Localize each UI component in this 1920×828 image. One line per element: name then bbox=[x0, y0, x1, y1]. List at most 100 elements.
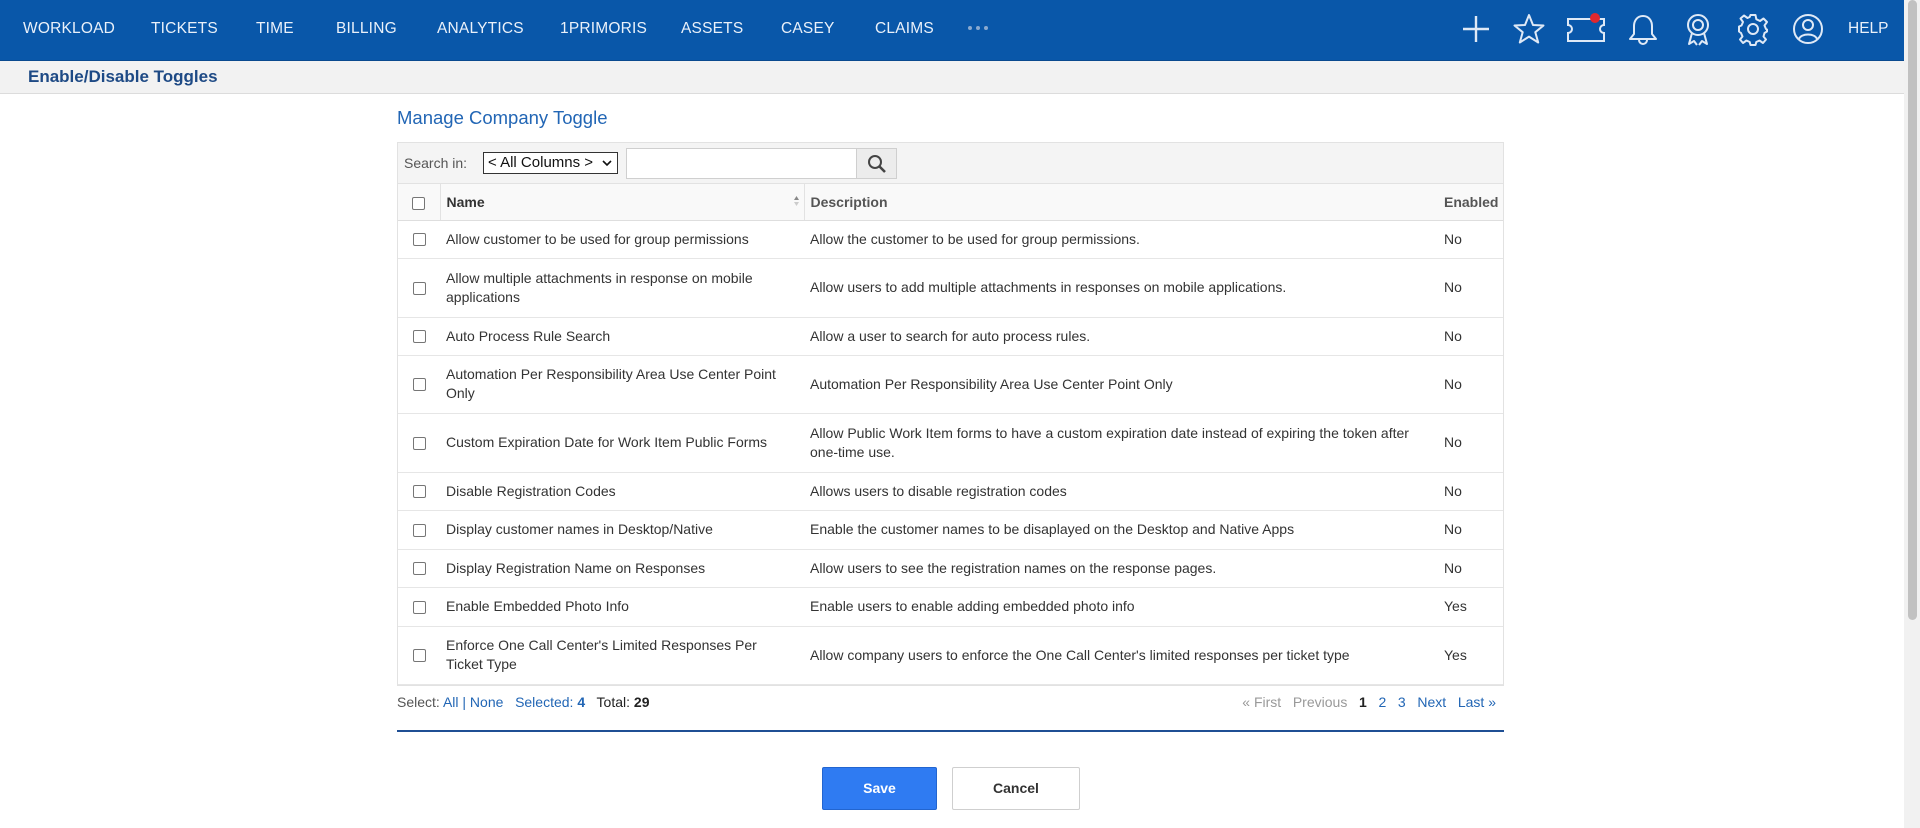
table-row[interactable]: Display customer names in Desktop/Native… bbox=[398, 510, 1503, 550]
row-checkbox[interactable] bbox=[412, 233, 426, 247]
row-name: Enforce One Call Center's Limited Respon… bbox=[440, 626, 804, 685]
nav-workload[interactable]: WORKLOAD bbox=[23, 0, 115, 58]
table-row[interactable]: Auto Process Rule Search Allow a user to… bbox=[398, 317, 1503, 356]
column-select[interactable]: < All Columns > bbox=[483, 152, 618, 174]
row-description: Automation Per Responsibility Area Use C… bbox=[804, 355, 1440, 414]
table-row[interactable]: Enforce One Call Center's Limited Respon… bbox=[398, 626, 1503, 685]
row-checkbox[interactable] bbox=[412, 600, 426, 614]
toggle-table: Name Description Enabled Allow customer … bbox=[398, 184, 1503, 685]
nav-time[interactable]: TIME bbox=[256, 0, 294, 58]
more-icon[interactable] bbox=[968, 17, 990, 39]
pagination: « First Previous 1 2 3 Next Last » bbox=[1242, 694, 1496, 710]
table-row[interactable]: Enable Embedded Photo Info Enable users … bbox=[398, 587, 1503, 627]
row-name: Allow multiple attachments in response o… bbox=[440, 258, 804, 318]
nav-casey[interactable]: CASEY bbox=[781, 0, 835, 58]
column-select-value: < All Columns > bbox=[488, 154, 594, 171]
column-header-name-label: Name bbox=[446, 193, 485, 210]
row-enabled: No bbox=[1440, 472, 1503, 511]
pager-page-3[interactable]: 3 bbox=[1398, 694, 1406, 710]
save-button[interactable]: Save bbox=[822, 767, 937, 810]
row-name: Automation Per Responsibility Area Use C… bbox=[440, 355, 804, 414]
star-icon[interactable] bbox=[1512, 12, 1546, 46]
scrollbar-thumb[interactable] bbox=[1908, 0, 1917, 620]
nav-tickets[interactable]: TICKETS bbox=[151, 0, 218, 58]
table-row[interactable]: Automation Per Responsibility Area Use C… bbox=[398, 355, 1503, 414]
plus-icon[interactable] bbox=[1459, 12, 1493, 46]
ticket-icon[interactable] bbox=[1566, 12, 1606, 46]
table-row[interactable]: Allow customer to be used for group perm… bbox=[398, 220, 1503, 259]
select-separator: | bbox=[462, 694, 467, 710]
row-description: Allow users to see the registration name… bbox=[804, 549, 1440, 588]
row-enabled: Yes bbox=[1440, 626, 1503, 685]
toggle-grid: Search in: < All Columns > Name Descript… bbox=[397, 142, 1504, 686]
row-checkbox[interactable] bbox=[412, 330, 426, 344]
nav-1primoris[interactable]: 1PRIMORIS bbox=[560, 0, 647, 58]
row-description: Allow a user to search for auto process … bbox=[804, 317, 1440, 356]
row-name: Display Registration Name on Responses bbox=[440, 549, 804, 588]
row-checkbox[interactable] bbox=[412, 378, 426, 392]
row-enabled: No bbox=[1440, 355, 1503, 414]
selected-count: 4 bbox=[577, 694, 586, 710]
table-row[interactable]: Allow multiple attachments in response o… bbox=[398, 258, 1503, 318]
search-button[interactable] bbox=[856, 148, 897, 179]
search-input[interactable] bbox=[626, 148, 857, 179]
row-name: Allow customer to be used for group perm… bbox=[440, 220, 804, 259]
column-header-name[interactable]: Name bbox=[439, 184, 805, 221]
search-icon bbox=[868, 155, 886, 173]
pager-page-2[interactable]: 2 bbox=[1378, 694, 1386, 710]
row-name: Auto Process Rule Search bbox=[440, 317, 804, 356]
row-name: Custom Expiration Date for Work Item Pub… bbox=[440, 413, 804, 473]
row-checkbox[interactable] bbox=[412, 436, 426, 450]
column-header-description[interactable]: Description bbox=[804, 184, 1440, 221]
nav-analytics[interactable]: ANALYTICS bbox=[437, 0, 524, 58]
pager-next[interactable]: Next bbox=[1417, 694, 1446, 710]
row-enabled: No bbox=[1440, 317, 1503, 356]
cancel-button[interactable]: Cancel bbox=[952, 767, 1080, 810]
select-none-link[interactable]: None bbox=[470, 694, 503, 710]
row-checkbox[interactable] bbox=[412, 485, 426, 499]
gear-icon[interactable] bbox=[1736, 12, 1770, 46]
nav-billing[interactable]: BILLING bbox=[336, 0, 397, 58]
row-checkbox[interactable] bbox=[412, 281, 426, 295]
row-description: Allow the customer to be used for group … bbox=[804, 220, 1440, 259]
row-checkbox[interactable] bbox=[412, 649, 426, 663]
user-icon[interactable] bbox=[1791, 12, 1825, 46]
help-link[interactable]: HELP bbox=[1848, 0, 1889, 58]
row-checkbox[interactable] bbox=[412, 523, 426, 537]
row-name: Disable Registration Codes bbox=[440, 472, 804, 511]
row-name: Display customer names in Desktop/Native bbox=[440, 510, 804, 550]
grid-footer: Select: All | None Selected: 4 Total: 29… bbox=[397, 694, 1504, 714]
nav-claims[interactable]: CLAIMS bbox=[875, 0, 934, 58]
sort-icon bbox=[793, 196, 799, 206]
pager-last[interactable]: Last » bbox=[1458, 694, 1496, 710]
row-enabled: No bbox=[1440, 220, 1503, 259]
select-label: Select: bbox=[397, 694, 440, 710]
pager-first: « First bbox=[1242, 694, 1282, 710]
select-all-link[interactable]: All bbox=[443, 694, 459, 710]
row-description: Allows users to disable registration cod… bbox=[804, 472, 1440, 511]
divider bbox=[397, 730, 1504, 732]
row-enabled: No bbox=[1440, 510, 1503, 550]
table-row[interactable]: Disable Registration Codes Allows users … bbox=[398, 472, 1503, 511]
page-title: Enable/Disable Toggles bbox=[28, 67, 218, 86]
row-enabled: No bbox=[1440, 549, 1503, 588]
row-enabled: No bbox=[1440, 258, 1503, 318]
total-label: Total: bbox=[596, 694, 631, 710]
column-header-enabled[interactable]: Enabled bbox=[1440, 184, 1503, 221]
selected-label: Selected: bbox=[515, 694, 574, 710]
row-enabled: Yes bbox=[1440, 587, 1503, 627]
page-header: Enable/Disable Toggles bbox=[0, 61, 1904, 94]
bell-icon[interactable] bbox=[1626, 12, 1660, 46]
award-icon[interactable] bbox=[1681, 12, 1715, 46]
page-scrollbar[interactable] bbox=[1904, 0, 1920, 828]
table-row[interactable]: Display Registration Name on Responses A… bbox=[398, 549, 1503, 588]
table-row[interactable]: Custom Expiration Date for Work Item Pub… bbox=[398, 413, 1503, 473]
row-checkbox[interactable] bbox=[412, 562, 426, 576]
total-count: 29 bbox=[633, 694, 650, 710]
search-label: Search in: bbox=[404, 155, 468, 171]
select-all-checkbox[interactable] bbox=[412, 196, 426, 210]
row-description: Enable users to enable adding embedded p… bbox=[804, 587, 1440, 627]
nav-assets[interactable]: ASSETS bbox=[681, 0, 743, 58]
chevron-down-icon bbox=[602, 160, 612, 167]
row-description: Allow company users to enforce the One C… bbox=[804, 626, 1440, 685]
